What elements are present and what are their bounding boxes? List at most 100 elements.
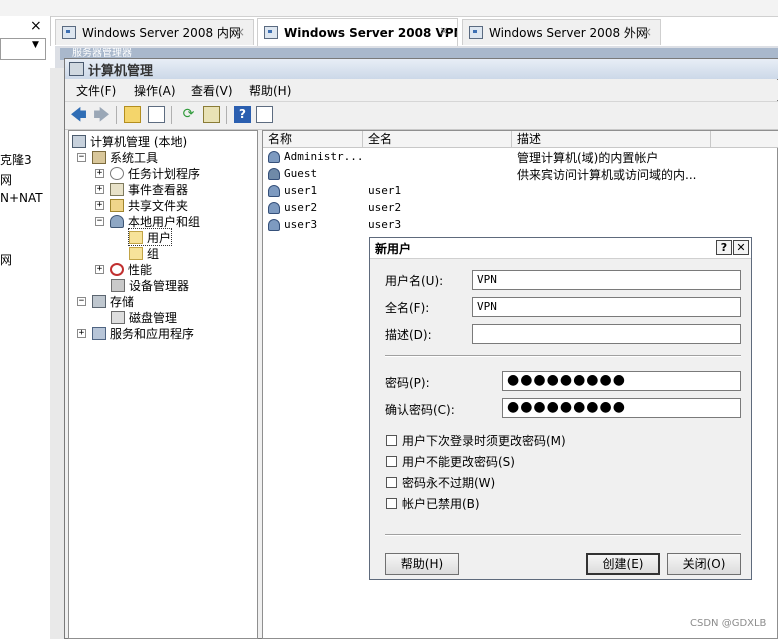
tab-vm-intranet[interactable]: Windows Server 2008 内网 ×: [55, 19, 254, 45]
tree-item-groups[interactable]: 组: [129, 245, 159, 261]
device-icon: [111, 278, 125, 292]
close-icon[interactable]: ×: [439, 24, 449, 38]
chevron-down-icon[interactable]: ▼: [32, 40, 39, 50]
tab-vm-external[interactable]: Windows Server 2008 外网 ×: [462, 19, 661, 45]
tree-item-local-users-groups[interactable]: − 本地用户和组: [95, 213, 200, 229]
row-name[interactable]: user1: [284, 184, 317, 197]
dialog-separator: [385, 534, 741, 536]
user-icon: [268, 151, 280, 163]
tab-vm-vpn[interactable]: Windows Server 2008 VPN... ×: [257, 18, 458, 46]
tree-label: 服务和应用程序: [110, 326, 195, 341]
toolbar-separator: [116, 106, 117, 124]
disk-icon: [111, 310, 125, 324]
cm-titlebar[interactable]: [65, 59, 778, 79]
toolbar-separator: [171, 106, 172, 124]
tree-label: 磁盘管理: [129, 310, 178, 325]
help-icon[interactable]: ?: [234, 106, 251, 123]
tree-label: 存储: [110, 294, 135, 309]
user-icon: [268, 202, 280, 214]
expand-icon[interactable]: +: [77, 328, 86, 338]
left-pane-item[interactable]: 网: [0, 251, 12, 268]
expand-icon[interactable]: +: [95, 184, 104, 194]
forward-icon[interactable]: 🡆: [93, 106, 110, 123]
help-button[interactable]: 帮助(H): [385, 553, 459, 575]
host-left-pane: [0, 16, 51, 639]
username-label: 用户名(U):: [385, 274, 444, 288]
checkbox-account-disabled[interactable]: 帐户已禁用(B): [386, 495, 480, 512]
toolbar-separator: [226, 106, 227, 124]
tree-item-device-manager[interactable]: 设备管理器: [111, 277, 189, 293]
tree-item-shared-folders[interactable]: + 共享文件夹: [95, 197, 188, 213]
dialog-titlebar[interactable]: [370, 238, 751, 259]
tree-item-performance[interactable]: + 性能: [95, 261, 152, 277]
row-name[interactable]: Administr...: [284, 150, 363, 163]
close-icon[interactable]: ✕: [733, 240, 749, 255]
tree-item-root[interactable]: 计算机管理 (本地): [72, 133, 187, 149]
checkbox-cannot-change-password[interactable]: 用户不能更改密码(S): [386, 453, 515, 470]
vm-icon: [469, 26, 483, 39]
back-icon[interactable]: 🡄: [70, 106, 87, 123]
expand-icon[interactable]: +: [95, 264, 104, 274]
left-pane-close-icon[interactable]: ×: [30, 18, 42, 34]
collapse-icon[interactable]: −: [77, 296, 86, 306]
tree-item-event-viewer[interactable]: + 事件查看器: [95, 181, 188, 197]
row-description: 管理计算机(域)的内置帐户: [517, 151, 659, 165]
refresh-icon[interactable]: ⟳: [180, 106, 197, 123]
tree-item-users[interactable]: 用户: [127, 228, 173, 246]
expand-icon[interactable]: +: [95, 200, 104, 210]
users-icon: [110, 214, 124, 228]
expand-icon[interactable]: +: [95, 168, 104, 178]
menu-help[interactable]: 帮助(H): [249, 82, 291, 99]
export-list-icon[interactable]: [203, 106, 220, 123]
confirm-password-label: 确认密码(C):: [385, 403, 455, 417]
fullname-field[interactable]: VPN: [472, 297, 741, 317]
menu-action[interactable]: 操作(A): [134, 82, 176, 99]
menu-file[interactable]: 文件(F): [76, 82, 116, 99]
up-folder-icon[interactable]: [124, 106, 141, 123]
description-field[interactable]: [472, 324, 741, 344]
clock-icon: [110, 166, 124, 180]
checkbox[interactable]: [386, 498, 397, 509]
checkbox[interactable]: [386, 435, 397, 446]
checkbox[interactable]: [386, 456, 397, 467]
row-name[interactable]: Guest: [284, 167, 317, 180]
checkbox-password-never-expires[interactable]: 密码永不过期(W): [386, 474, 495, 491]
checkbox-label: 密码永不过期(W): [402, 476, 496, 490]
menu-view[interactable]: 查看(V): [191, 82, 233, 99]
folder-icon: [129, 246, 143, 260]
checkbox-label: 用户下次登录时须更改密码(M): [402, 434, 566, 448]
username-field[interactable]: VPN: [472, 270, 741, 290]
row-name[interactable]: user2: [284, 201, 317, 214]
watermark: CSDN @GDXLB: [690, 618, 767, 629]
tree-item-task-scheduler[interactable]: + 任务计划程序: [95, 165, 200, 181]
tree-item-disk-management[interactable]: 磁盘管理: [111, 309, 177, 325]
performance-icon: [110, 262, 124, 276]
host-top-bar: [0, 0, 778, 17]
create-button[interactable]: 创建(E): [586, 553, 660, 575]
close-icon[interactable]: ×: [642, 25, 652, 39]
row-description: 供来宾访问计算机或访问域的内...: [517, 168, 697, 182]
tree-item-storage[interactable]: − 存储: [77, 293, 134, 309]
tree-item-system-tools[interactable]: − 系统工具: [77, 149, 158, 165]
left-pane-item[interactable]: N+NAT: [0, 191, 43, 205]
user-icon: [268, 168, 280, 180]
left-pane-item[interactable]: 网: [0, 171, 12, 188]
collapse-icon[interactable]: −: [95, 216, 104, 226]
collapse-icon[interactable]: −: [77, 152, 86, 162]
tree-item-services-apps[interactable]: + 服务和应用程序: [77, 325, 194, 341]
question-icon[interactable]: ?: [716, 240, 732, 255]
column-header-fullname[interactable]: 全名: [363, 131, 512, 147]
column-header-name[interactable]: 名称: [263, 131, 363, 147]
close-icon[interactable]: ×: [235, 25, 245, 39]
left-pane-combo[interactable]: [0, 38, 46, 60]
checkbox[interactable]: [386, 477, 397, 488]
close-button[interactable]: 关闭(O): [667, 553, 741, 575]
checkbox-must-change-password[interactable]: 用户下次登录时须更改密码(M): [386, 432, 566, 449]
left-pane-item[interactable]: 克隆3: [0, 151, 32, 168]
row-name[interactable]: user3: [284, 218, 317, 231]
column-header-description[interactable]: 描述: [512, 131, 711, 147]
properties-icon[interactable]: [256, 106, 273, 123]
show-hide-tree-icon[interactable]: [148, 106, 165, 123]
confirm-password-field[interactable]: ●●●●●●●●●: [502, 398, 741, 418]
password-field[interactable]: ●●●●●●●●●: [502, 371, 741, 391]
